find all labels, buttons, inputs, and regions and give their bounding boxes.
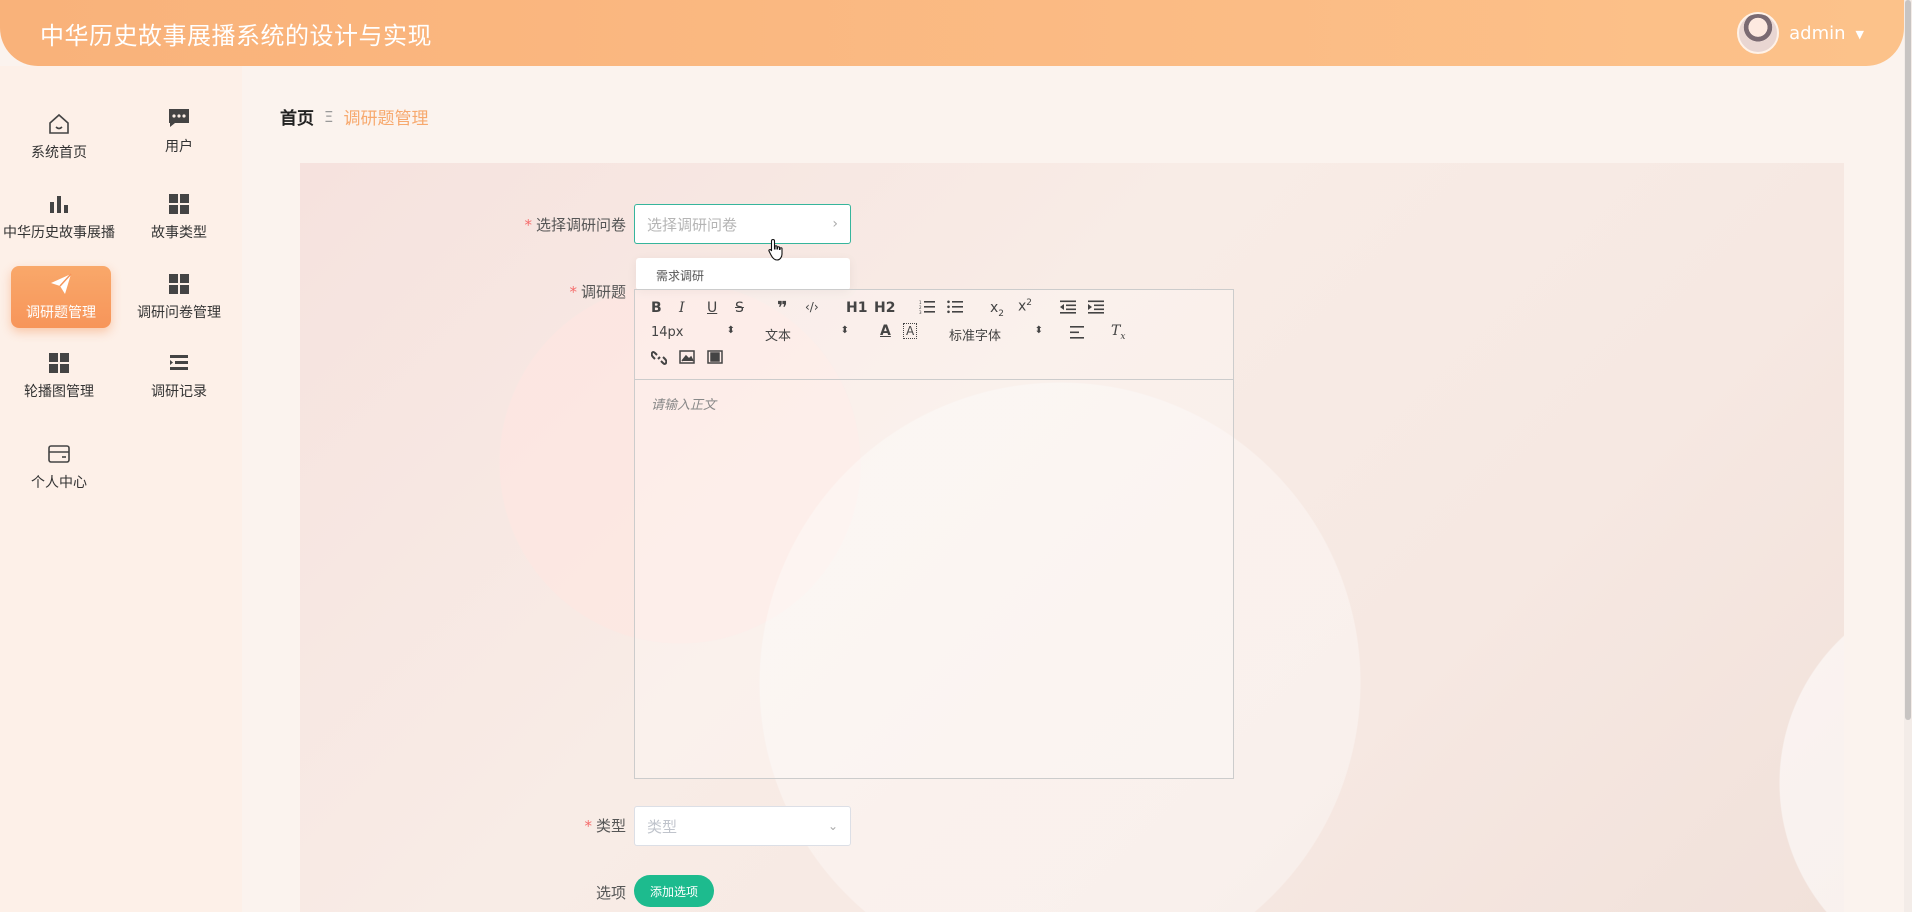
sidebar-item-history-stories[interactable]: 中华历史故事展播 xyxy=(3,186,115,248)
font-size-select[interactable]: 14px ⬍ xyxy=(651,325,735,340)
add-option-button[interactable]: 添加选项 xyxy=(634,875,714,907)
user-menu[interactable]: admin ▼ xyxy=(1737,12,1864,54)
sidebar-item-survey-records[interactable]: 调研记录 xyxy=(129,345,229,407)
username[interactable]: admin xyxy=(1789,23,1845,44)
grid-icon xyxy=(167,192,191,216)
options-label: 选项 xyxy=(595,884,626,902)
font-color-icon[interactable]: A xyxy=(880,323,891,339)
sidebar-item-profile[interactable]: 个人中心 xyxy=(9,436,109,498)
scrollbar-thumb[interactable] xyxy=(1905,0,1911,720)
chevron-right-icon: › xyxy=(832,216,838,232)
editor-content[interactable]: 请输入正文 xyxy=(635,380,1233,427)
underline-icon[interactable]: U xyxy=(707,300,717,316)
breadcrumb-current: 调研题管理 xyxy=(343,109,429,129)
editor-toolbar: B I U S ❞ ‹/› H1 H2 123 x2 x2 14px ⬍ 文本 ⬍ … xyxy=(635,290,1233,380)
sidebar-item-users[interactable]: 用户 xyxy=(129,100,229,162)
hand-cursor-icon xyxy=(768,238,783,261)
send-icon xyxy=(49,272,73,296)
heading-1-button[interactable]: H1 xyxy=(846,300,867,316)
wallet-icon xyxy=(47,442,71,466)
subscript-icon[interactable]: x2 xyxy=(990,300,1004,319)
outdent-icon[interactable] xyxy=(1060,300,1076,318)
sidebar-item-label: 故事类型 xyxy=(151,225,207,241)
sidebar-item-label: 用户 xyxy=(165,139,193,155)
chat-icon xyxy=(167,106,191,130)
sidebar-item-label: 系统首页 xyxy=(31,145,87,161)
sidebar-item-home[interactable]: 系统首页 xyxy=(9,106,109,168)
top-header: 中华历史故事展播系统的设计与实现 admin ▼ xyxy=(0,0,1904,66)
link-icon[interactable] xyxy=(650,350,668,370)
sidebar-item-questionnaires[interactable]: 调研问卷管理 xyxy=(129,266,229,328)
align-left-icon[interactable] xyxy=(1070,326,1086,343)
question-label: * 调研题 xyxy=(569,283,626,301)
select-arrows-icon: ⬍ xyxy=(840,325,849,336)
select-arrows-icon: ⬍ xyxy=(1034,325,1043,336)
clear-format-icon[interactable]: Tx xyxy=(1111,323,1125,342)
page-scrollbar[interactable] xyxy=(1904,0,1912,912)
breadcrumb-separator: Ξ xyxy=(324,107,334,126)
chevron-down-icon: ⌄ xyxy=(827,819,838,833)
blockquote-icon[interactable]: ❞ xyxy=(777,298,788,319)
questionnaire-label: * 选择调研问卷 xyxy=(524,216,626,234)
breadcrumb: 首页 Ξ 调研题管理 xyxy=(280,104,429,130)
ordered-list-icon[interactable]: 123 xyxy=(919,300,935,318)
sidebar-item-story-types[interactable]: 故事类型 xyxy=(129,186,229,248)
heading-2-button[interactable]: H2 xyxy=(874,300,895,316)
indent-icon[interactable] xyxy=(1088,300,1104,318)
font-family-select[interactable]: 标准字体 ⬍ xyxy=(949,325,1043,344)
questionnaire-placeholder: 选择调研问卷 xyxy=(647,215,738,234)
sidebar: 系统首页 用户 中华历史故事展播 故事类型 调研题管理 调研问卷管理 轮播图管理… xyxy=(0,66,242,912)
italic-icon[interactable]: I xyxy=(679,300,685,316)
grid-icon xyxy=(167,272,191,296)
type-label: * 类型 xyxy=(584,817,626,835)
rich-text-editor[interactable]: B I U S ❞ ‹/› H1 H2 123 x2 x2 14px ⬍ 文本 ⬍ … xyxy=(634,289,1234,779)
video-icon[interactable] xyxy=(707,350,723,368)
superscript-icon[interactable]: x2 xyxy=(1018,298,1032,315)
questionnaire-cascader[interactable]: 选择调研问卷 › xyxy=(634,204,851,244)
sidebar-item-label: 调研问卷管理 xyxy=(137,305,221,321)
sidebar-item-label: 调研题管理 xyxy=(26,305,96,321)
sidebar-item-label: 中华历史故事展播 xyxy=(3,225,115,241)
sidebar-item-carousel[interactable]: 轮播图管理 xyxy=(9,345,109,407)
app-title: 中华历史故事展播系统的设计与实现 xyxy=(40,21,432,50)
sidebar-item-label: 调研记录 xyxy=(151,384,207,400)
grid-icon xyxy=(47,351,71,375)
breadcrumb-home[interactable]: 首页 xyxy=(280,104,314,129)
avatar[interactable] xyxy=(1737,12,1780,54)
select-arrows-icon: ⬍ xyxy=(726,325,735,336)
background-color-icon[interactable]: A xyxy=(903,323,918,339)
list-indent-icon xyxy=(167,351,191,375)
bar-chart-icon xyxy=(47,192,71,216)
sidebar-item-label: 轮播图管理 xyxy=(24,384,94,400)
block-format-select[interactable]: 文本 ⬍ xyxy=(765,325,849,344)
strikethrough-icon[interactable]: S xyxy=(735,300,744,316)
type-placeholder: 类型 xyxy=(647,817,678,836)
bullet-list-icon[interactable] xyxy=(947,300,963,318)
home-icon xyxy=(47,112,71,136)
chevron-down-icon[interactable]: ▼ xyxy=(1856,28,1864,41)
type-select[interactable]: 类型 ⌄ xyxy=(634,806,851,846)
svg-text:3: 3 xyxy=(919,310,922,314)
sidebar-item-survey-questions[interactable]: 调研题管理 xyxy=(11,266,111,328)
bold-icon[interactable]: B xyxy=(651,300,662,316)
image-icon[interactable] xyxy=(679,350,695,368)
cascader-option[interactable]: 需求调研 xyxy=(636,258,850,290)
sidebar-item-label: 个人中心 xyxy=(31,475,87,491)
code-block-icon[interactable]: ‹/› xyxy=(805,300,819,314)
